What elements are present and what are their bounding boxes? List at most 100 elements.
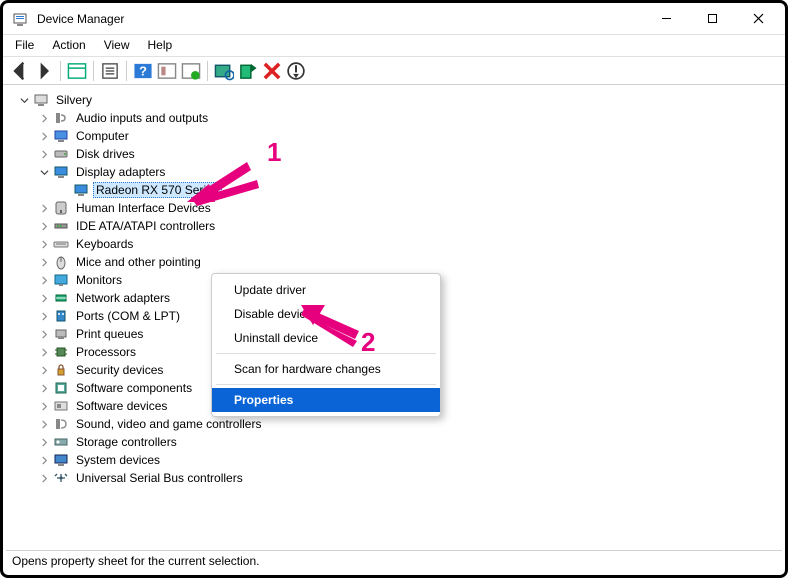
tree-category-label: Security devices (73, 362, 166, 378)
device-category-icon (53, 434, 69, 450)
forward-button[interactable] (33, 60, 55, 82)
chevron-right-icon[interactable] (37, 471, 51, 485)
tree-category-label: Software components (73, 380, 195, 396)
chevron-down-icon[interactable] (37, 165, 51, 179)
scan-hardware-button[interactable] (213, 60, 235, 82)
device-category-icon (53, 254, 69, 270)
tree-category[interactable]: System devices (37, 451, 785, 469)
tree-category[interactable]: Audio inputs and outputs (37, 109, 785, 127)
device-category-icon (53, 272, 69, 288)
context-menu-item[interactable]: Scan for hardware changes (212, 357, 440, 381)
tree-category-label: Computer (73, 128, 132, 144)
context-menu-item[interactable]: Update driver (212, 278, 440, 302)
tree-category[interactable]: Human Interface Devices (37, 199, 785, 217)
device-category-icon (53, 398, 69, 414)
chevron-right-icon[interactable] (37, 111, 51, 125)
chevron-right-icon[interactable] (37, 327, 51, 341)
menu-help[interactable]: Help (146, 36, 175, 54)
tree-category-label: Universal Serial Bus controllers (73, 470, 246, 486)
chevron-right-icon[interactable] (37, 237, 51, 251)
tree-category[interactable]: Universal Serial Bus controllers (37, 469, 785, 487)
tree-root-label: Silvery (53, 92, 95, 108)
tree-category-label: Audio inputs and outputs (73, 110, 211, 126)
tree-category-label: IDE ATA/ATAPI controllers (73, 218, 218, 234)
tree-category-label: Network adapters (73, 290, 173, 306)
chevron-right-icon[interactable] (37, 219, 51, 233)
tree-category[interactable]: Mice and other pointing (37, 253, 785, 271)
status-text: Opens property sheet for the current sel… (12, 554, 259, 568)
tree-category-label: Storage controllers (73, 434, 180, 450)
device-category-icon (53, 380, 69, 396)
tree-category-label: Display adapters (73, 164, 168, 180)
device-category-icon (53, 110, 69, 126)
tree-device[interactable]: Radeon RX 570 Series (57, 181, 785, 199)
tree-category[interactable]: Disk drives (37, 145, 785, 163)
device-category-icon (53, 344, 69, 360)
menu-file[interactable]: File (13, 36, 36, 54)
device-category-icon (53, 128, 69, 144)
tree-category-label: Sound, video and game controllers (73, 416, 264, 432)
device-category-icon (53, 362, 69, 378)
toolbar-icon-5[interactable] (156, 60, 178, 82)
chevron-right-icon[interactable] (37, 129, 51, 143)
tree-root[interactable]: Silvery (17, 91, 785, 109)
device-category-icon (53, 218, 69, 234)
chevron-right-icon[interactable] (37, 201, 51, 215)
menu-view[interactable]: View (102, 36, 132, 54)
tree-category[interactable]: Display adapters (37, 163, 785, 181)
show-hide-console-button[interactable] (66, 60, 88, 82)
tree-category[interactable]: Computer (37, 127, 785, 145)
device-tree-pane: Silvery Audio inputs and outputs Computer… (3, 85, 785, 553)
context-menu-separator (216, 353, 436, 354)
chevron-right-icon[interactable] (37, 345, 51, 359)
context-menu-item[interactable]: Disable device (212, 302, 440, 326)
chevron-right-icon[interactable] (37, 453, 51, 467)
chevron-right-icon[interactable] (37, 381, 51, 395)
uninstall-button[interactable] (261, 60, 283, 82)
statusbar: Opens property sheet for the current sel… (6, 550, 782, 572)
chevron-right-icon[interactable] (37, 147, 51, 161)
tree-device-label: Radeon RX 570 Series (93, 182, 222, 198)
chevron-right-icon[interactable] (37, 273, 51, 287)
device-category-icon (53, 326, 69, 342)
properties-toolbar-button[interactable] (99, 60, 121, 82)
disable-button[interactable] (285, 60, 307, 82)
toolbar: ? (3, 57, 785, 85)
context-menu-item[interactable]: Uninstall device (212, 326, 440, 350)
menubar: File Action View Help (3, 35, 785, 57)
chevron-right-icon[interactable] (37, 399, 51, 413)
device-category-icon (53, 200, 69, 216)
tree-category[interactable]: Sound, video and game controllers (37, 415, 785, 433)
maximize-button[interactable] (689, 4, 735, 34)
app-icon (13, 11, 29, 27)
device-category-icon (53, 290, 69, 306)
chevron-right-icon[interactable] (37, 435, 51, 449)
chevron-right-icon[interactable] (37, 417, 51, 431)
tree-category[interactable]: IDE ATA/ATAPI controllers (37, 217, 785, 235)
window-title: Device Manager (35, 12, 643, 26)
minimize-button[interactable] (643, 4, 689, 34)
toolbar-icon-6[interactable] (180, 60, 202, 82)
device-category-icon (53, 308, 69, 324)
help-toolbar-button[interactable]: ? (132, 60, 154, 82)
menu-action[interactable]: Action (50, 36, 87, 54)
chevron-right-icon[interactable] (37, 255, 51, 269)
add-hardware-button[interactable] (237, 60, 259, 82)
device-category-icon (53, 470, 69, 486)
back-button[interactable] (9, 60, 31, 82)
context-menu-separator (216, 384, 436, 385)
close-button[interactable] (735, 4, 781, 34)
computer-icon (33, 92, 49, 108)
tree-category[interactable]: Storage controllers (37, 433, 785, 451)
chevron-right-icon[interactable] (37, 309, 51, 323)
chevron-right-icon[interactable] (37, 291, 51, 305)
device-category-icon (53, 236, 69, 252)
tree-category[interactable]: Keyboards (37, 235, 785, 253)
device-category-icon (53, 164, 69, 180)
chevron-down-icon[interactable] (17, 93, 31, 107)
chevron-right-icon[interactable] (37, 363, 51, 377)
device-category-icon (53, 452, 69, 468)
titlebar: Device Manager (3, 3, 785, 35)
tree-category-label: Mice and other pointing (73, 254, 204, 270)
context-menu-item[interactable]: Properties (212, 388, 440, 412)
